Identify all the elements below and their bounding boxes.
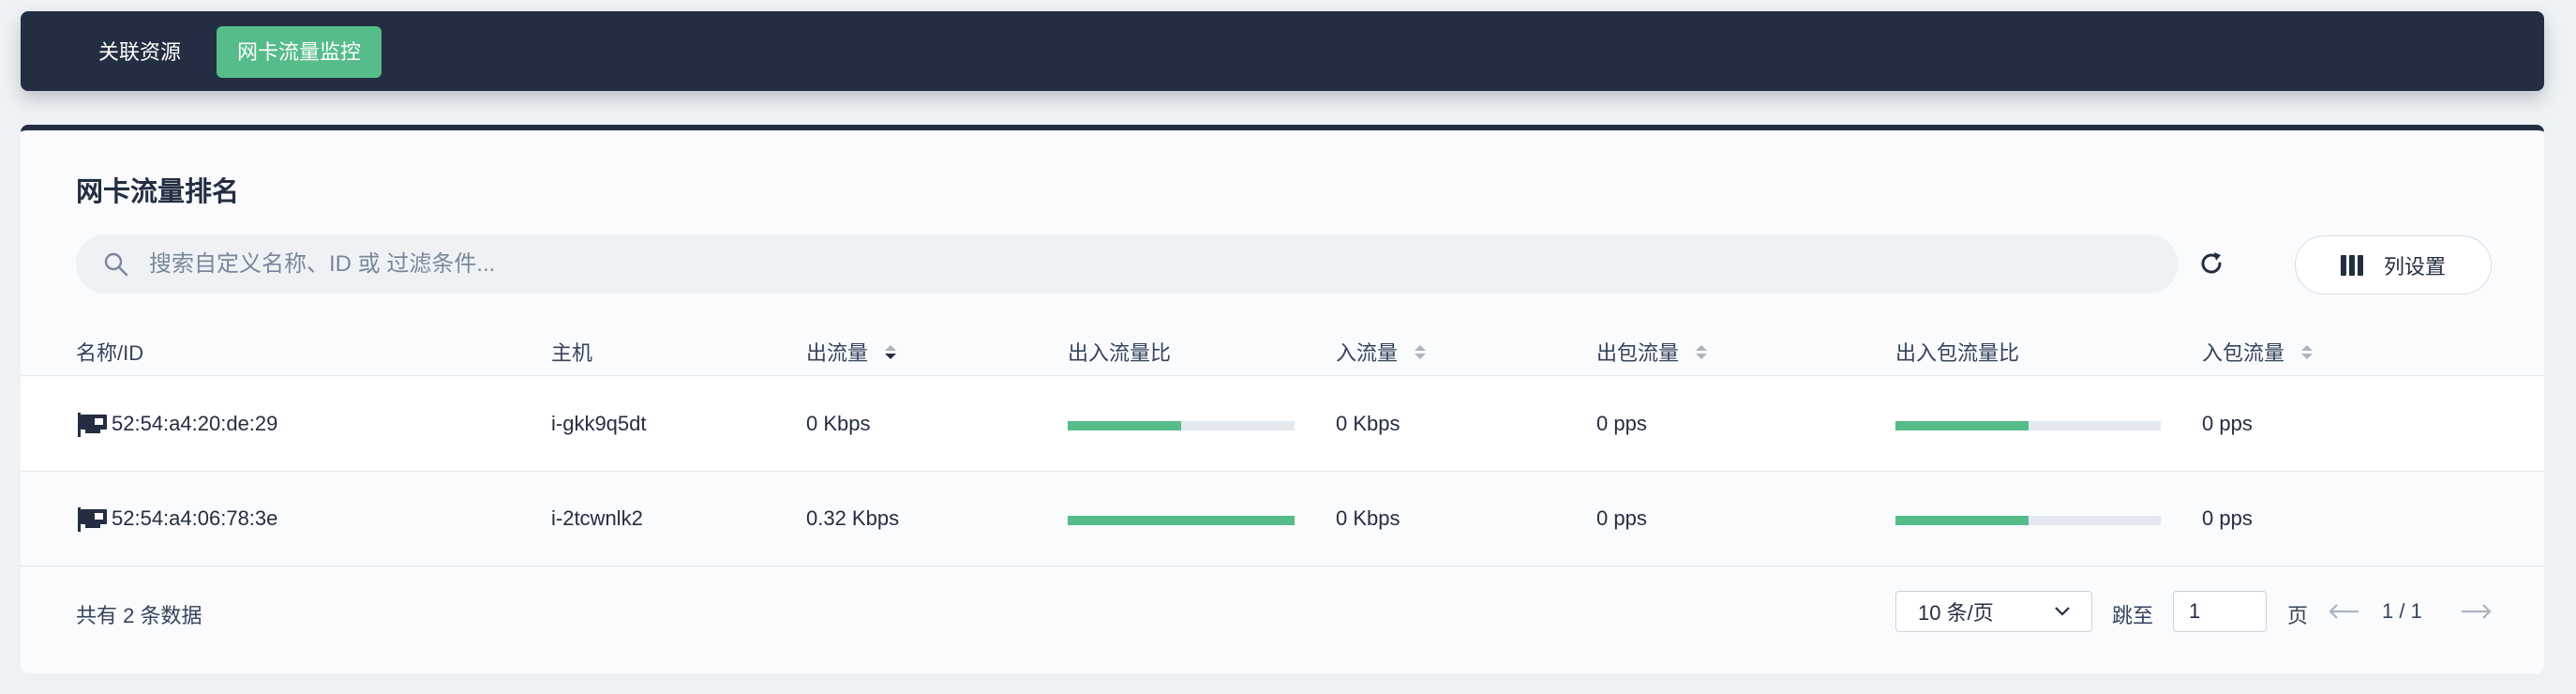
io-ratio-fill — [1068, 516, 1295, 525]
column-header-in-traffic[interactable]: 入流量 — [1336, 337, 1427, 367]
column-header-out-traffic[interactable]: 出流量 — [806, 337, 897, 367]
io-ratio-fill — [1068, 421, 1181, 430]
nic-link[interactable]: 52:54:a4:20:de:29 — [78, 411, 277, 437]
page-label: 页 — [2287, 604, 2309, 627]
page-info: 1 / 1 — [2382, 599, 2422, 623]
table-row: 52:54:a4:20:de:29 i-gkk9q5dt 0 Kbps 0 Kb… — [21, 377, 2544, 472]
out-traffic-cell: 0 Kbps — [806, 412, 871, 435]
search-input[interactable] — [149, 234, 2155, 294]
chevron-down-icon — [2055, 607, 2070, 616]
host-cell: i-gkk9q5dt — [551, 412, 647, 435]
in-traffic-cell: 0 Kbps — [1336, 412, 1400, 435]
column-header-in-packets[interactable]: 入包流量 — [2202, 337, 2314, 367]
column-header-out-packets[interactable]: 出包流量 — [1596, 337, 1708, 367]
nic-mac: 52:54:a4:06:78:3e — [112, 506, 278, 530]
tab-nic-traffic-monitor[interactable]: 网卡流量监控 — [217, 26, 382, 78]
packet-ratio-fill — [1895, 516, 2029, 525]
network-card-icon — [78, 507, 107, 532]
columns-icon — [2340, 254, 2363, 276]
tab-related-resources[interactable]: 关联资源 — [78, 26, 202, 78]
card-title: 网卡流量排名 — [76, 177, 240, 207]
search-icon — [104, 252, 128, 277]
arrow-right-icon[interactable] — [2460, 602, 2494, 621]
top-tab-bar: 关联资源 网卡流量监控 — [21, 11, 2544, 91]
jump-page-input[interactable] — [2173, 591, 2267, 632]
total-count: 共有 2 条数据 — [76, 604, 202, 627]
in-packets-cell: 0 pps — [2202, 506, 2253, 530]
out-packets-cell: 0 pps — [1596, 412, 1647, 435]
page-size-value: 10 条/页 — [1918, 601, 1994, 625]
refresh-button[interactable] — [2188, 240, 2235, 287]
packet-ratio-fill — [1895, 421, 2029, 430]
network-card-icon — [78, 413, 107, 437]
packet-ratio-bar — [1895, 421, 2161, 430]
sort-icon[interactable] — [2301, 344, 2314, 359]
table-header: 名称/ID 主机 出流量 出入流量比 入流量 出包流量 出入包流量比 入包流量 — [21, 329, 2544, 376]
host-cell: i-2tcwnlk2 — [551, 506, 643, 530]
sort-icon[interactable] — [1696, 344, 1708, 359]
out-traffic-cell: 0.32 Kbps — [806, 506, 900, 530]
in-packets-cell: 0 pps — [2202, 412, 2253, 435]
column-header-packet-ratio: 出入包流量比 — [1895, 341, 2020, 365]
column-header-host: 主机 — [551, 341, 593, 365]
column-header-name: 名称/ID — [76, 341, 144, 365]
sort-icon[interactable] — [1415, 344, 1427, 359]
nic-link[interactable]: 52:54:a4:06:78:3e — [78, 505, 277, 532]
sort-icon[interactable] — [885, 344, 897, 359]
packet-ratio-bar — [1895, 516, 2161, 525]
nic-mac: 52:54:a4:20:de:29 — [112, 412, 278, 435]
arrow-left-icon[interactable] — [2327, 602, 2360, 621]
page-size-select[interactable]: 10 条/页 — [1895, 591, 2092, 632]
in-traffic-cell: 0 Kbps — [1336, 506, 1400, 530]
refresh-icon — [2201, 252, 2222, 274]
column-settings-label: 列设置 — [2383, 254, 2446, 279]
search-bar[interactable] — [76, 234, 2179, 294]
column-settings-button[interactable]: 列设置 — [2295, 235, 2492, 294]
out-packets-cell: 0 pps — [1596, 506, 1647, 530]
column-header-io-ratio: 出入流量比 — [1068, 341, 1172, 365]
table-row: 52:54:a4:06:78:3e i-2tcwnlk2 0.32 Kbps 0… — [21, 472, 2544, 566]
io-ratio-bar — [1068, 421, 1295, 430]
nic-traffic-ranking-card: 网卡流量排名 列设置 名称/ID 主机 出流量 出入流量比 入流量 出包流量 — [21, 125, 2544, 673]
jump-label: 跳至 — [2112, 604, 2154, 627]
io-ratio-bar — [1068, 516, 1295, 525]
